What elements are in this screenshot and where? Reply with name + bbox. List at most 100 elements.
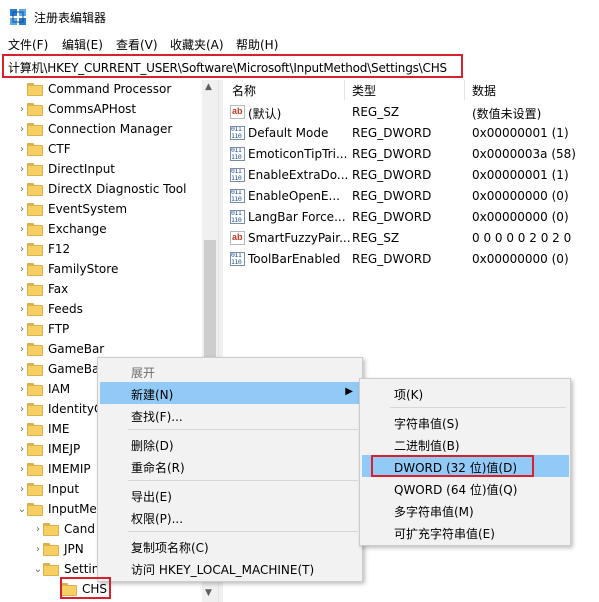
- folder-icon: [43, 563, 59, 576]
- menu-file[interactable]: 文件(F): [8, 36, 48, 53]
- chevron-right-icon[interactable]: ›: [17, 204, 27, 216]
- value-row[interactable]: 011 110 ToolBarEnabled REG_DWORD 0x00000000 …: [224, 249, 599, 270]
- tree-item[interactable]: › Fax: [0, 280, 218, 300]
- new-expandable-string-value[interactable]: 可扩充字符串值(E): [362, 521, 569, 543]
- ctx-export-label: 导出(E): [131, 490, 172, 504]
- ctx-goto-hklm[interactable]: 访问 HKEY_LOCAL_MACHINE(T): [100, 557, 361, 579]
- tree-item[interactable]: › F12: [0, 240, 218, 260]
- ctx-permissions-label: 权限(P)...: [131, 512, 184, 526]
- folder-icon: [27, 403, 43, 416]
- chevron-right-icon[interactable]: ›: [17, 384, 27, 396]
- new-key[interactable]: 项(K): [362, 382, 569, 404]
- tree-item[interactable]: › DirectX Diagnostic Tool: [0, 180, 218, 200]
- new-qword-value-label: QWORD (64 位)值(Q): [394, 483, 518, 497]
- value-row[interactable]: 011 110 LangBar Force... REG_DWORD 0x0000000…: [224, 207, 599, 228]
- new-key-label: 项(K): [394, 388, 424, 402]
- chevron-down-icon[interactable]: ⌄: [17, 504, 27, 516]
- tree-item-label: Exchange: [48, 222, 107, 236]
- value-row[interactable]: 011 110 EnableExtraDo... REG_DWORD 0x0000000…: [224, 165, 599, 186]
- chevron-right-icon[interactable]: ›: [17, 164, 27, 176]
- binary-value-icon: 011 110: [230, 189, 245, 203]
- new-multi-string-value[interactable]: 多字符串值(M): [362, 499, 569, 521]
- value-row[interactable]: 011 110 EnableOpenE... REG_DWORD 0x00000000 …: [224, 186, 599, 207]
- value-row[interactable]: 011 110 Default Mode REG_DWORD 0x00000001 (1…: [224, 123, 599, 144]
- chevron-right-icon[interactable]: ›: [17, 364, 27, 376]
- folder-icon: [27, 343, 43, 356]
- chevron-down-icon[interactable]: ⌄: [33, 564, 43, 576]
- address-bar[interactable]: 计算机\HKEY_CURRENT_USER\Software\Microsoft…: [2, 54, 463, 78]
- folder-icon: [27, 423, 43, 436]
- tree-item-label: DirectInput: [48, 162, 116, 176]
- menu-view[interactable]: 查看(V): [116, 36, 158, 53]
- new-qword-value[interactable]: QWORD (64 位)值(Q): [362, 477, 569, 499]
- column-divider[interactable]: [344, 80, 345, 100]
- folder-icon: [27, 223, 43, 236]
- chevron-right-icon[interactable]: ›: [33, 524, 43, 536]
- folder-icon: [27, 203, 43, 216]
- chevron-right-icon[interactable]: ›: [17, 144, 27, 156]
- column-divider[interactable]: [464, 80, 465, 100]
- tree-item[interactable]: › FTP: [0, 320, 218, 340]
- chevron-right-icon[interactable]: ›: [17, 484, 27, 496]
- chevron-right-icon[interactable]: ›: [17, 344, 27, 356]
- value-row[interactable]: ab (默认) REG_SZ (数值未设置): [224, 102, 599, 123]
- folder-icon: [27, 383, 43, 396]
- tree-item[interactable]: › Feeds: [0, 300, 218, 320]
- tree-item[interactable]: › CommsAPHost: [0, 100, 218, 120]
- menu-separator: [128, 429, 358, 430]
- value-type: REG_DWORD: [352, 147, 432, 161]
- scroll-up-icon[interactable]: ▲: [205, 82, 212, 92]
- tree-item[interactable]: › EventSystem: [0, 200, 218, 220]
- tree-item[interactable]: › FamilyStore: [0, 260, 218, 280]
- chevron-right-icon[interactable]: ›: [17, 284, 27, 296]
- new-expandable-string-value-label: 可扩充字符串值(E): [394, 527, 495, 541]
- column-header-name[interactable]: 名称: [232, 82, 256, 99]
- tree-item[interactable]: › Exchange: [0, 220, 218, 240]
- binary-value-icon: 011 110: [230, 210, 245, 224]
- chevron-right-icon[interactable]: ›: [17, 244, 27, 256]
- menu-help[interactable]: 帮助(H): [236, 36, 278, 53]
- chevron-right-icon[interactable]: ›: [17, 464, 27, 476]
- ctx-delete[interactable]: 删除(D): [100, 433, 361, 455]
- folder-icon: [43, 543, 59, 556]
- menu-favorites[interactable]: 收藏夹(A): [170, 36, 224, 53]
- ctx-expand[interactable]: 展开: [100, 360, 361, 382]
- scroll-down-icon[interactable]: ▼: [205, 588, 212, 598]
- tree-item[interactable]: › CTF: [0, 140, 218, 160]
- chevron-right-icon[interactable]: ›: [17, 444, 27, 456]
- ctx-copy-key-name[interactable]: 复制项名称(C): [100, 535, 361, 557]
- value-name: EnableOpenE...: [248, 189, 340, 203]
- tree-item[interactable]: Command Processor: [0, 80, 218, 100]
- value-type: REG_DWORD: [352, 210, 432, 224]
- value-row[interactable]: ab SmartFuzzyPair... REG_SZ 0 0 0 0 0 2 0 2…: [224, 228, 599, 249]
- ctx-rename[interactable]: 重命名(R): [100, 455, 361, 477]
- folder-icon: [27, 183, 43, 196]
- menu-edit[interactable]: 编辑(E): [62, 36, 103, 53]
- ctx-export[interactable]: 导出(E): [100, 484, 361, 506]
- value-data: (数值未设置): [472, 107, 542, 121]
- column-header-data[interactable]: 数据: [472, 82, 496, 99]
- value-data: 0x00000000 (0): [472, 189, 569, 203]
- ctx-new[interactable]: 新建(N) ▶: [100, 382, 361, 404]
- value-row[interactable]: 011 110 EmoticonTipTri... REG_DWORD 0x000000…: [224, 144, 599, 165]
- chevron-right-icon[interactable]: ›: [17, 304, 27, 316]
- folder-icon: [27, 143, 43, 156]
- tree-item[interactable]: › DirectInput: [0, 160, 218, 180]
- column-header-type[interactable]: 类型: [352, 82, 376, 99]
- chevron-right-icon[interactable]: ›: [17, 224, 27, 236]
- chevron-right-icon[interactable]: ›: [17, 124, 27, 136]
- chevron-right-icon[interactable]: ›: [17, 324, 27, 336]
- tree-item[interactable]: › Connection Manager: [0, 120, 218, 140]
- new-string-value[interactable]: 字符串值(S): [362, 411, 569, 433]
- ctx-permissions[interactable]: 权限(P)...: [100, 506, 361, 528]
- chevron-right-icon[interactable]: ›: [17, 184, 27, 196]
- chevron-right-icon[interactable]: ›: [33, 544, 43, 556]
- chevron-right-icon[interactable]: ›: [17, 404, 27, 416]
- value-data: 0x00000001 (1): [472, 126, 569, 140]
- tree-item-label: FamilyStore: [48, 262, 119, 276]
- chevron-right-icon[interactable]: ›: [17, 104, 27, 116]
- ctx-find[interactable]: 查找(F)...: [100, 404, 361, 426]
- chevron-right-icon[interactable]: ›: [17, 264, 27, 276]
- new-binary-value[interactable]: 二进制值(B): [362, 433, 569, 455]
- chevron-right-icon[interactable]: ›: [17, 424, 27, 436]
